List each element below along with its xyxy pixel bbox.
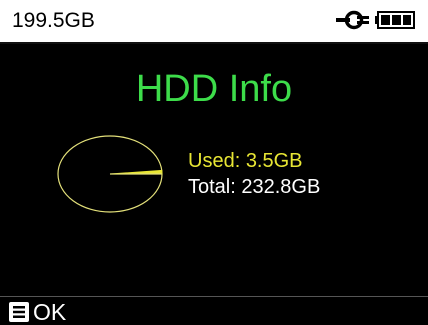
status-bar: 199.5GB (0, 0, 428, 44)
used-value: 3.5GB (245, 150, 303, 172)
softkey-divider (0, 296, 428, 297)
hdd-info-screen: 199.5GB HDD Info Used: 3.5GB Total: 232.… (0, 0, 428, 325)
ok-softkey[interactable]: OK (8, 300, 66, 324)
disk-usage-pie (57, 135, 163, 213)
power-plug-icon (336, 10, 369, 30)
battery-icon (375, 11, 415, 29)
total-label: Total: (188, 176, 236, 198)
total-value: 232.8GB (241, 176, 321, 198)
menu-key-icon (9, 302, 29, 322)
free-space-readout: 199.5GB (12, 9, 95, 32)
page-title: HDD Info (135, 68, 293, 110)
used-label: Used: (188, 150, 241, 172)
used-space-line: Used: 3.5GB (188, 150, 303, 173)
ok-label: OK (33, 299, 67, 325)
total-space-line: Total: 232.8GB (188, 176, 320, 199)
